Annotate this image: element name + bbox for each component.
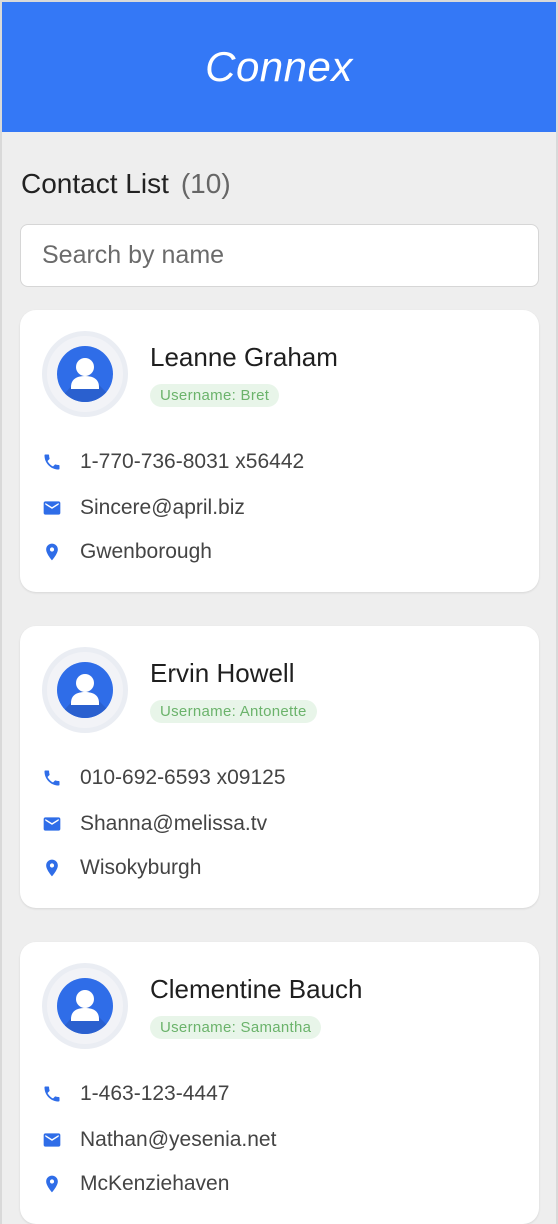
username-badge: Username: Samantha <box>150 1016 322 1039</box>
app-header: Connex <box>2 0 556 132</box>
contact-card[interactable]: Ervin Howell Username: Antonette 010-692… <box>20 626 539 908</box>
contact-cards: Leanne Graham Username: Bret 1-770-736-8… <box>20 310 539 1224</box>
phone-icon <box>42 768 62 788</box>
contact-name: Clementine Bauch <box>150 974 363 1004</box>
avatar <box>42 963 128 1049</box>
email-row[interactable]: Shanna@melissa.tv <box>42 812 267 836</box>
person-avatar-icon <box>57 346 113 402</box>
search-input[interactable] <box>20 224 539 287</box>
username-badge: Username: Bret <box>150 384 280 407</box>
email-address: Shanna@melissa.tv <box>80 812 268 835</box>
email-row[interactable]: Nathan@yesenia.net <box>42 1128 276 1152</box>
phone-row[interactable]: 010-692-6593 x09125 <box>42 766 286 790</box>
person-avatar-icon <box>57 662 113 718</box>
main-content: Contact List (10) Leanne Graham Username… <box>2 168 556 1224</box>
contact-count: (10) <box>180 168 231 199</box>
phone-icon <box>42 1084 62 1104</box>
avatar <box>42 331 128 417</box>
phone-icon <box>42 452 62 472</box>
phone-row[interactable]: 1-463-123-4447 <box>42 1082 229 1106</box>
envelope-icon <box>42 498 62 518</box>
location-pin-icon <box>42 542 62 562</box>
location-row: Wisokyburgh <box>42 856 201 880</box>
location-pin-icon <box>42 1174 62 1194</box>
envelope-icon <box>42 814 62 834</box>
location-row: McKenziehaven <box>42 1172 229 1196</box>
phone-row[interactable]: 1-770-736-8031 x56442 <box>42 450 304 474</box>
city-name: Gwenborough <box>80 540 212 563</box>
phone-number: 010-692-6593 x09125 <box>80 766 286 789</box>
city-name: McKenziehaven <box>80 1172 230 1195</box>
username-badge: Username: Antonette <box>150 700 317 723</box>
app-title: Connex <box>205 43 353 90</box>
location-row: Gwenborough <box>42 540 212 564</box>
phone-number: 1-463-123-4447 <box>80 1082 230 1105</box>
contact-list-heading: Contact List (10) <box>20 168 538 202</box>
contact-list-title: Contact List <box>21 168 169 199</box>
contact-card[interactable]: Leanne Graham Username: Bret 1-770-736-8… <box>20 310 539 592</box>
person-avatar-icon <box>57 978 113 1034</box>
contact-name: Leanne Graham <box>150 342 338 372</box>
contact-card[interactable]: Clementine Bauch Username: Samantha 1-46… <box>20 942 539 1224</box>
contact-name: Ervin Howell <box>150 658 295 688</box>
app-window: Connex Contact List (10) Leanne <box>0 0 558 1224</box>
email-address: Nathan@yesenia.net <box>80 1128 277 1151</box>
location-pin-icon <box>42 858 62 878</box>
phone-number: 1-770-736-8031 x56442 <box>80 450 305 473</box>
envelope-icon <box>42 1130 62 1150</box>
avatar <box>42 647 128 733</box>
email-address: Sincere@april.biz <box>80 496 245 519</box>
email-row[interactable]: Sincere@april.biz <box>42 496 245 520</box>
city-name: Wisokyburgh <box>80 856 202 879</box>
